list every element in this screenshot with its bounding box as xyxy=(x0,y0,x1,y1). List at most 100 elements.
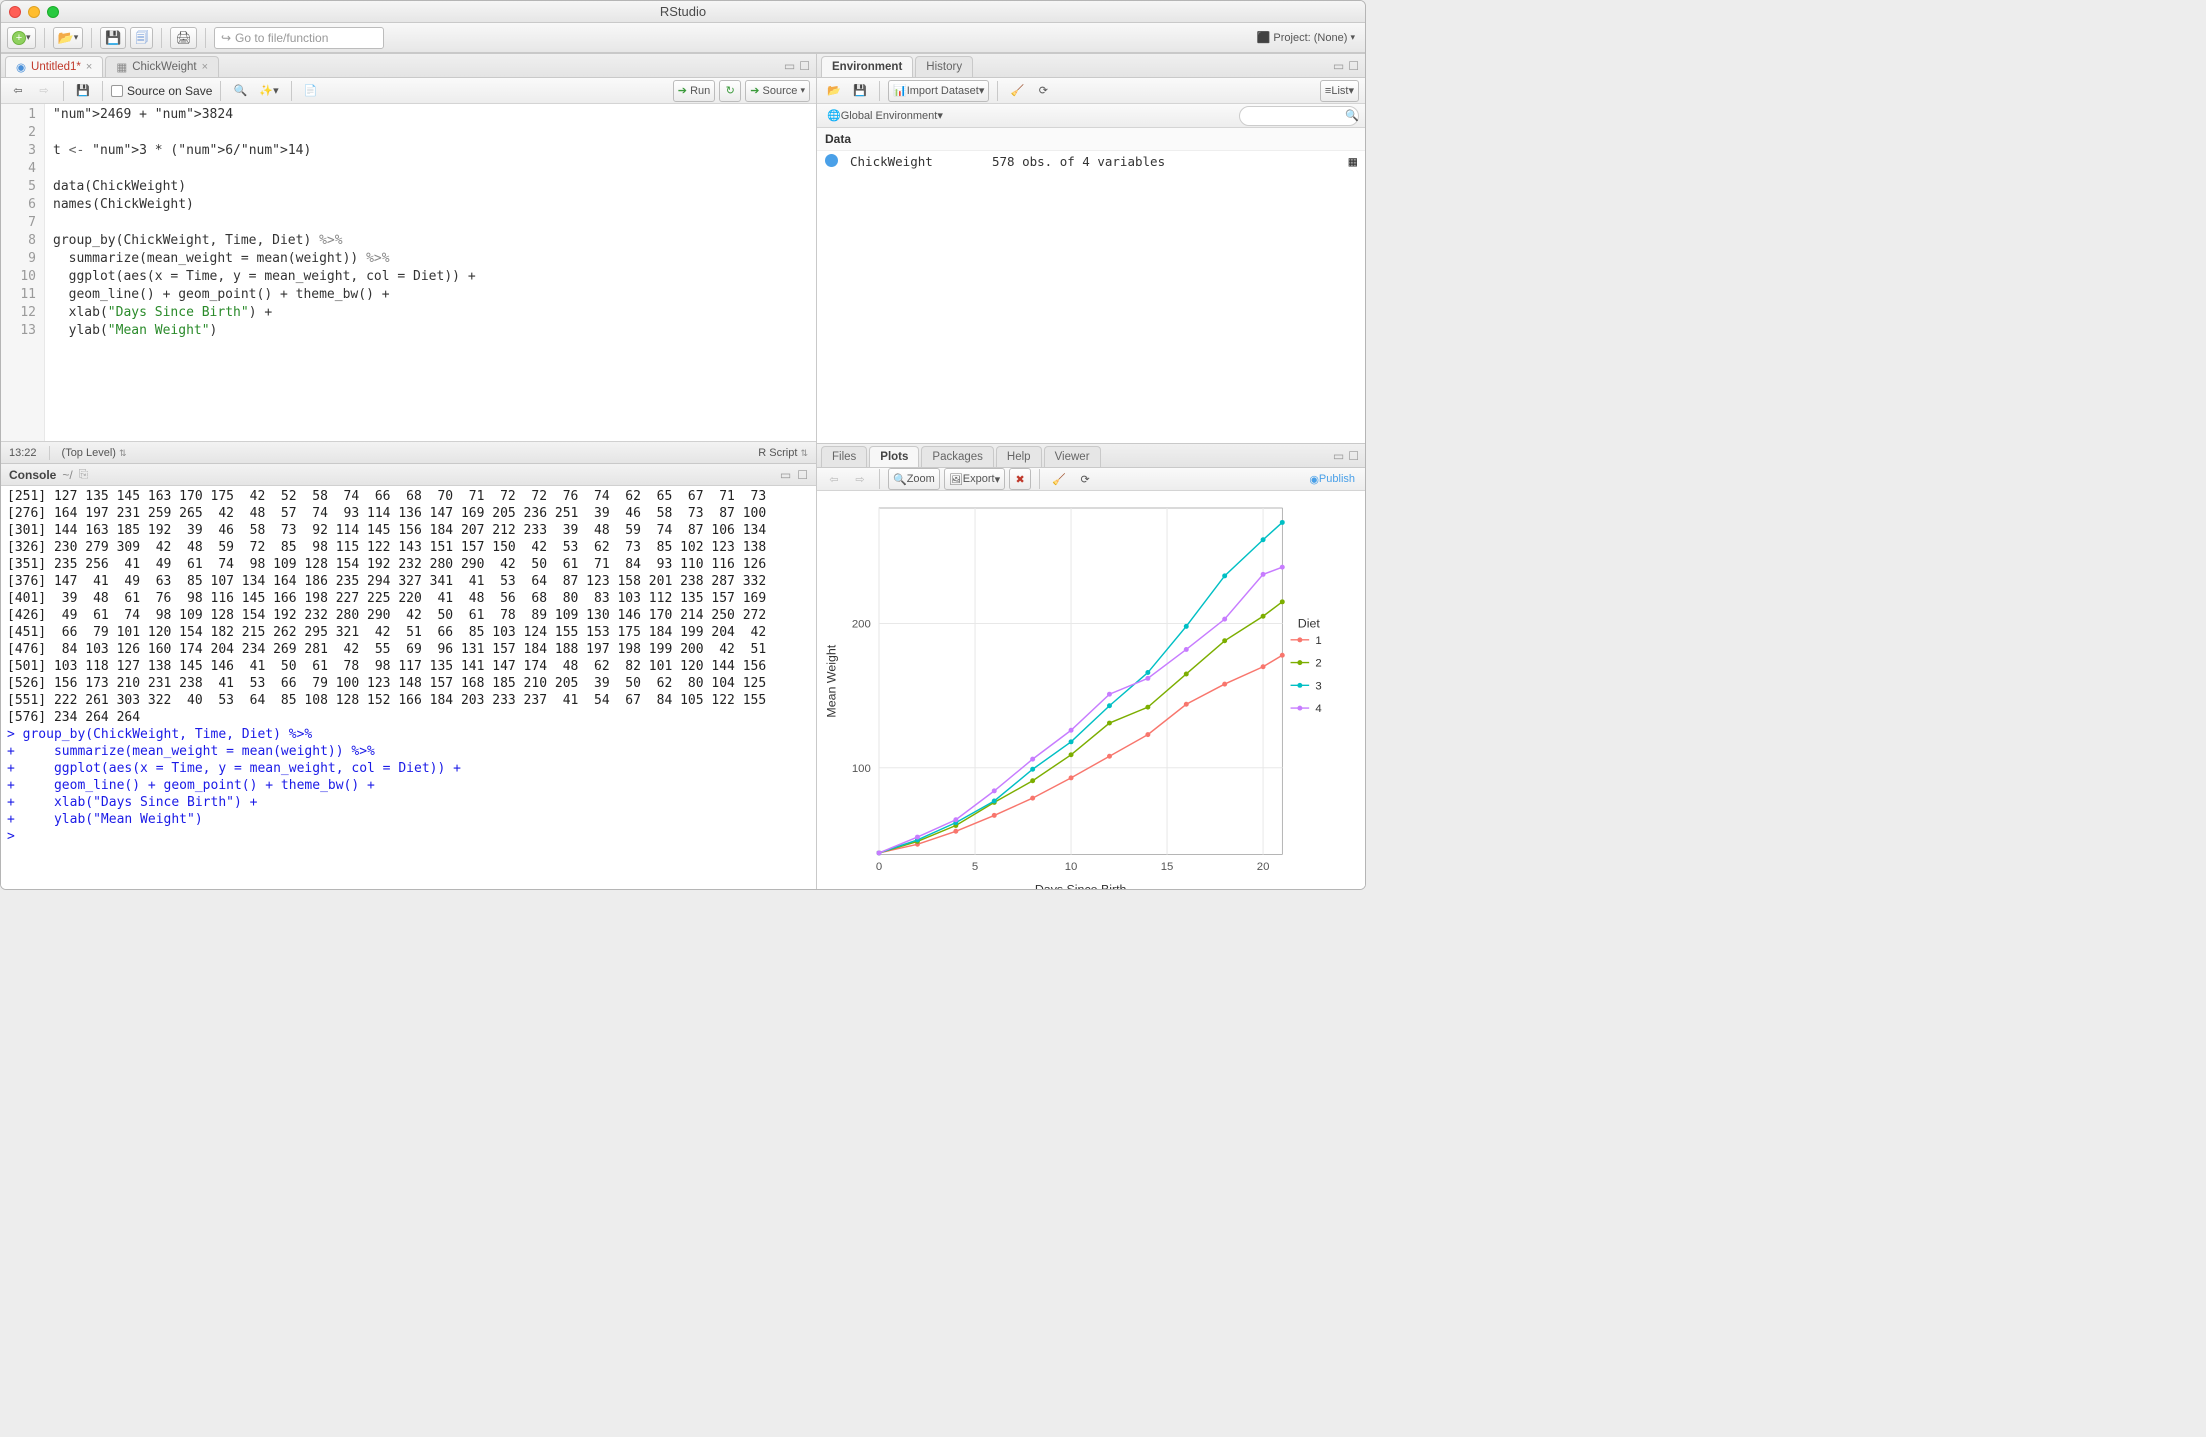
env-item-chickweight[interactable]: ChickWeight 578 obs. of 4 variables ▦ xyxy=(817,151,1365,173)
tab-label: ChickWeight xyxy=(132,61,196,73)
close-icon[interactable]: × xyxy=(86,61,92,73)
save-all-button[interactable]: 🗐 xyxy=(130,27,153,49)
refresh-plot-button[interactable]: ⟳ xyxy=(1074,468,1096,490)
clear-plots-button[interactable]: 🧹 xyxy=(1048,468,1070,490)
console-output[interactable]: [251] 127 135 145 163 170 175 42 52 58 7… xyxy=(1,486,816,889)
source-tabs: ◉ Untitled1* × ▦ ChickWeight × ▭ ☐ xyxy=(1,54,816,78)
tab-files[interactable]: Files xyxy=(821,446,867,467)
remove-plot-button[interactable]: ✖ xyxy=(1009,468,1031,490)
console-title: Console xyxy=(9,468,56,482)
maximize-pane-icon[interactable]: ☐ xyxy=(1348,449,1359,463)
tab-history[interactable]: History xyxy=(915,56,973,77)
env-list: Data ChickWeight 578 obs. of 4 variables… xyxy=(817,128,1365,443)
goto-file-input[interactable]: ↪ Go to file/function xyxy=(214,27,384,49)
env-tabs: Environment History ▭ ☐ xyxy=(817,54,1365,78)
wand-button[interactable]: ✨▾ xyxy=(255,80,282,102)
svg-text:15: 15 xyxy=(1161,861,1174,873)
notebook-button[interactable]: 📄 xyxy=(300,80,322,102)
scope-label: Global Environment xyxy=(841,110,938,122)
prev-plot-button[interactable]: ⇦ xyxy=(823,468,845,490)
scope-selector[interactable]: 🌐 Global Environment ▾ xyxy=(823,105,947,127)
import-dataset-button[interactable]: 📊 Import Dataset ▾ xyxy=(888,80,989,102)
code-editor[interactable]: 12345678910111213 "num">2469 + "num">382… xyxy=(1,104,816,441)
toolbar-separator xyxy=(44,28,45,48)
run-button[interactable]: ➔ Run xyxy=(673,80,715,102)
env-scope-bar: 🌐 Global Environment ▾ 🔍 xyxy=(817,104,1365,128)
project-icon: ⬛ xyxy=(1257,31,1271,44)
popout-icon[interactable]: ⎘ xyxy=(79,467,89,482)
source-on-save-label: Source on Save xyxy=(127,84,212,98)
save-button[interactable]: 💾 xyxy=(100,27,126,49)
maximize-pane-icon[interactable]: ☐ xyxy=(1348,59,1359,73)
minimize-pane-icon[interactable]: ▭ xyxy=(780,468,791,482)
source-on-save-checkbox[interactable]: Source on Save xyxy=(111,84,212,98)
tab-label: Files xyxy=(832,451,856,463)
goto-placeholder: Go to file/function xyxy=(235,31,328,45)
scope-selector[interactable]: (Top Level) ⇅ xyxy=(62,447,127,459)
save-workspace-button[interactable]: 💾 xyxy=(849,80,871,102)
publish-label: Publish xyxy=(1319,473,1355,485)
tab-help[interactable]: Help xyxy=(996,446,1042,467)
refresh-button[interactable]: ⟳ xyxy=(1032,80,1054,102)
toolbar-separator xyxy=(161,28,162,48)
svg-text:10: 10 xyxy=(1065,861,1078,873)
open-file-button[interactable]: 📂▾ xyxy=(53,27,84,49)
tab-label: Plots xyxy=(880,451,908,463)
export-button[interactable]: 🖼 Export ▾ xyxy=(944,468,1005,490)
new-file-button[interactable]: +▾ xyxy=(7,27,36,49)
r-file-icon: ◉ xyxy=(16,60,26,74)
view-label: List xyxy=(1331,85,1348,97)
clear-workspace-button[interactable]: 🧹 xyxy=(1006,80,1028,102)
svg-text:3: 3 xyxy=(1315,680,1321,692)
save-source-button[interactable]: 💾 xyxy=(72,80,94,102)
svg-text:Mean Weight: Mean Weight xyxy=(825,644,839,717)
source-button[interactable]: ➔ Source ▾ xyxy=(745,80,810,102)
maximize-pane-icon[interactable]: ☐ xyxy=(797,468,808,482)
tab-chickweight[interactable]: ▦ ChickWeight × xyxy=(105,56,219,77)
window-title: RStudio xyxy=(1,4,1365,19)
tab-viewer[interactable]: Viewer xyxy=(1044,446,1101,467)
minimize-pane-icon[interactable]: ▭ xyxy=(1333,59,1344,73)
table-icon: ▦ xyxy=(116,60,127,74)
close-icon[interactable]: × xyxy=(202,61,208,73)
env-section-data: Data xyxy=(817,128,1365,151)
zoom-button[interactable]: 🔍 Zoom xyxy=(888,468,940,490)
svg-text:4: 4 xyxy=(1315,703,1321,715)
minimize-pane-icon[interactable]: ▭ xyxy=(1333,449,1344,463)
svg-text:1: 1 xyxy=(1315,635,1321,647)
app-window: RStudio +▾ 📂▾ 💾 🗐 🖨 ↪ Go to file/functio… xyxy=(0,0,1366,890)
tab-environment[interactable]: Environment xyxy=(821,56,913,77)
back-button[interactable]: ⇦ xyxy=(7,80,29,102)
tab-label: Environment xyxy=(832,61,902,73)
forward-button[interactable]: ⇨ xyxy=(33,80,55,102)
env-search-input[interactable] xyxy=(1239,106,1359,126)
view-grid-icon[interactable]: ▦ xyxy=(1349,154,1357,170)
search-icon: 🔍 xyxy=(1345,109,1359,122)
project-menu[interactable]: ⬛ Project: (None) ▾ xyxy=(1253,27,1359,49)
file-type-selector[interactable]: R Script ⇅ xyxy=(758,447,808,459)
import-label: Import Dataset xyxy=(907,85,979,97)
line-gutter: 12345678910111213 xyxy=(1,104,45,441)
svg-text:Diet: Diet xyxy=(1298,616,1321,630)
export-label: Export xyxy=(963,473,995,485)
console-header: Console ~/ ⎘ ▭ ☐ xyxy=(1,464,816,486)
tab-untitled1[interactable]: ◉ Untitled1* × xyxy=(5,56,103,77)
checkbox-icon xyxy=(111,85,123,97)
publish-button[interactable]: ◉ Publish xyxy=(1305,468,1359,490)
view-mode-button[interactable]: ≡ List ▾ xyxy=(1320,80,1359,102)
load-workspace-button[interactable]: 📂 xyxy=(823,80,845,102)
maximize-pane-icon[interactable]: ☐ xyxy=(799,59,810,73)
main-toolbar: +▾ 📂▾ 💾 🗐 🖨 ↪ Go to file/function ⬛ Proj… xyxy=(1,23,1365,53)
find-button[interactable]: 🔍 xyxy=(229,80,251,102)
expand-icon[interactable] xyxy=(825,154,838,167)
tab-plots[interactable]: Plots xyxy=(869,446,919,467)
next-plot-button[interactable]: ⇨ xyxy=(849,468,871,490)
rerun-button[interactable]: ↻ xyxy=(719,80,741,102)
source-label: Source xyxy=(763,85,798,97)
zoom-label: Zoom xyxy=(907,473,935,485)
minimize-pane-icon[interactable]: ▭ xyxy=(784,59,795,73)
print-button[interactable]: 🖨 xyxy=(170,27,197,49)
tab-packages[interactable]: Packages xyxy=(921,446,994,467)
svg-text:20: 20 xyxy=(1257,861,1270,873)
source-toolbar: ⇦ ⇨ 💾 Source on Save 🔍 ✨▾ 📄 ➔ Run xyxy=(1,78,816,104)
